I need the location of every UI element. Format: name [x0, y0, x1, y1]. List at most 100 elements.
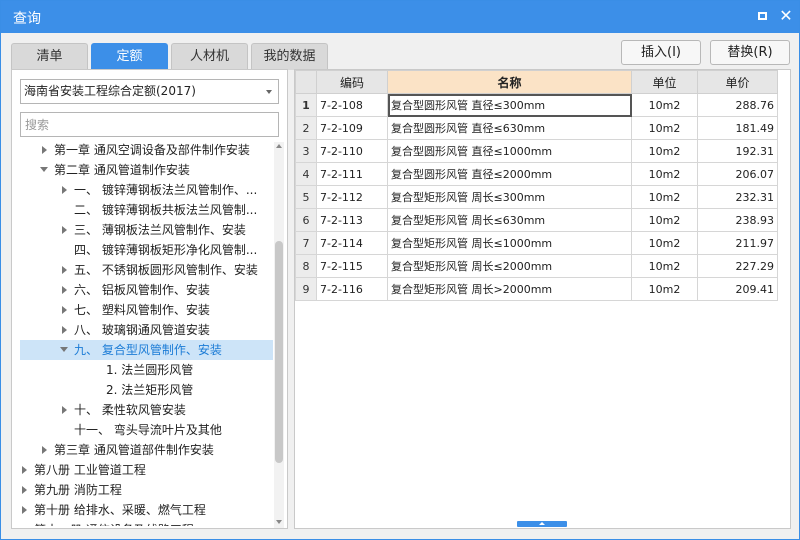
code-cell[interactable]: 7-2-115 — [316, 254, 388, 278]
unit-cell[interactable]: 10m2 — [631, 93, 698, 117]
table-row[interactable]: 9 7-2-116 复合型矩形风管 周长>2000mm 10m2 209.41 — [295, 277, 778, 301]
table-row[interactable]: 6 7-2-113 复合型矩形风管 周长≤630mm 10m2 238.93 — [295, 208, 778, 232]
tree-item[interactable]: 第二章 通风管道制作安装 — [20, 160, 273, 180]
quota-library-select[interactable]: 海南省安装工程综合定额(2017) — [20, 79, 279, 104]
chevron-right-icon[interactable] — [20, 480, 30, 500]
chevron-right-icon[interactable] — [40, 440, 50, 460]
table-row[interactable]: 7 7-2-114 复合型矩形风管 周长≤1000mm 10m2 211.97 — [295, 231, 778, 255]
unit-cell[interactable]: 10m2 — [631, 185, 698, 209]
tree-item[interactable]: 第八册 工业管道工程 — [20, 460, 273, 480]
tree-item[interactable]: 三、 薄钢板法兰风管制作、安装 — [20, 220, 273, 240]
name-cell[interactable]: 复合型矩形风管 周长≤300mm — [387, 185, 632, 209]
code-cell[interactable]: 7-2-110 — [316, 139, 388, 163]
table-row[interactable]: 2 7-2-109 复合型圆形风管 直径≤630mm 10m2 181.49 — [295, 116, 778, 140]
tree-item[interactable]: 十、 柔性软风管安装 — [20, 400, 273, 420]
chevron-right-icon[interactable] — [40, 140, 50, 160]
chevron-right-icon[interactable] — [20, 500, 30, 520]
row-number[interactable]: 5 — [295, 185, 317, 209]
price-cell[interactable]: 227.29 — [697, 254, 778, 278]
row-number[interactable]: 1 — [295, 93, 317, 117]
tree-item[interactable]: 四、 镀锌薄钢板矩形净化风管制... — [20, 240, 273, 260]
tree-item[interactable]: 七、 塑料风管制作、安装 — [20, 300, 273, 320]
chevron-right-icon[interactable] — [60, 180, 70, 200]
code-cell[interactable]: 7-2-108 — [316, 93, 388, 117]
table-row[interactable]: 5 7-2-112 复合型矩形风管 周长≤300mm 10m2 232.31 — [295, 185, 778, 209]
unit-cell[interactable]: 10m2 — [631, 254, 698, 278]
tree-scrollbar[interactable] — [274, 142, 284, 528]
maximize-button[interactable] — [753, 7, 771, 25]
name-cell[interactable]: 复合型圆形风管 直径≤300mm — [387, 93, 632, 117]
chevron-right-icon[interactable] — [60, 280, 70, 300]
close-button[interactable]: ✕ — [777, 7, 795, 25]
code-cell[interactable]: 7-2-114 — [316, 231, 388, 255]
chevron-right-icon[interactable] — [20, 520, 30, 526]
tab-bill[interactable]: 清单 — [11, 43, 88, 70]
tab-quota[interactable]: 定额 — [91, 43, 168, 70]
table-row[interactable]: 4 7-2-111 复合型圆形风管 直径≤2000mm 10m2 206.07 — [295, 162, 778, 186]
title-bar[interactable]: 查询 ✕ — [1, 1, 799, 33]
price-cell[interactable]: 238.93 — [697, 208, 778, 232]
unit-cell[interactable]: 10m2 — [631, 277, 698, 301]
name-cell[interactable]: 复合型矩形风管 周长≤2000mm — [387, 254, 632, 278]
row-number[interactable]: 8 — [295, 254, 317, 278]
price-cell[interactable]: 209.41 — [697, 277, 778, 301]
name-cell[interactable]: 复合型矩形风管 周长≤1000mm — [387, 231, 632, 255]
code-cell[interactable]: 7-2-113 — [316, 208, 388, 232]
tree-item[interactable]: 二、 镀锌薄钢板共板法兰风管制... — [20, 200, 273, 220]
tree-item[interactable]: 八、 玻璃钢通风管道安装 — [20, 320, 273, 340]
chevron-down-icon[interactable] — [60, 340, 70, 360]
tree-item[interactable]: 十一、 弯头导流叶片及其他 — [20, 420, 273, 440]
search-input[interactable] — [20, 112, 279, 137]
table-row[interactable]: 8 7-2-115 复合型矩形风管 周长≤2000mm 10m2 227.29 — [295, 254, 778, 278]
price-cell[interactable]: 232.31 — [697, 185, 778, 209]
insert-button[interactable]: 插入(I) — [621, 40, 701, 65]
row-number[interactable]: 7 — [295, 231, 317, 255]
tree-item[interactable]: 第一章 通风空调设备及部件制作安装 — [20, 140, 273, 160]
name-column-header[interactable]: 名称 — [387, 70, 632, 94]
unit-cell[interactable]: 10m2 — [631, 116, 698, 140]
scrollbar-thumb[interactable] — [275, 241, 283, 463]
chevron-right-icon[interactable] — [60, 300, 70, 320]
row-number[interactable]: 2 — [295, 116, 317, 140]
tree-item[interactable]: 九、 复合型风管制作、安装 — [20, 340, 273, 360]
tree-item[interactable]: 六、 铝板风管制作、安装 — [20, 280, 273, 300]
chevron-right-icon[interactable] — [60, 400, 70, 420]
tree-item[interactable]: 第九册 消防工程 — [20, 480, 273, 500]
name-cell[interactable]: 复合型矩形风管 周长>2000mm — [387, 277, 632, 301]
price-cell[interactable]: 192.31 — [697, 139, 778, 163]
code-cell[interactable]: 7-2-109 — [316, 116, 388, 140]
tree-item[interactable]: 1. 法兰圆形风管 — [20, 360, 273, 380]
replace-button[interactable]: 替换(R) — [710, 40, 790, 65]
code-column-header[interactable]: 编码 — [316, 70, 388, 94]
scroll-down-icon[interactable] — [276, 520, 282, 524]
price-cell[interactable]: 181.49 — [697, 116, 778, 140]
price-column-header[interactable]: 单价 — [697, 70, 778, 94]
tree-item[interactable]: 2. 法兰矩形风管 — [20, 380, 273, 400]
chevron-right-icon[interactable] — [20, 460, 30, 480]
price-cell[interactable]: 211.97 — [697, 231, 778, 255]
row-number[interactable]: 3 — [295, 139, 317, 163]
tab-my-data[interactable]: 我的数据 — [251, 43, 328, 70]
code-cell[interactable]: 7-2-111 — [316, 162, 388, 186]
row-number[interactable]: 9 — [295, 277, 317, 301]
unit-cell[interactable]: 10m2 — [631, 208, 698, 232]
code-cell[interactable]: 7-2-112 — [316, 185, 388, 209]
name-cell[interactable]: 复合型圆形风管 直径≤630mm — [387, 116, 632, 140]
unit-column-header[interactable]: 单位 — [631, 70, 698, 94]
tree-item[interactable]: 一、 镀锌薄钢板法兰风管制作、... — [20, 180, 273, 200]
row-number[interactable]: 4 — [295, 162, 317, 186]
chevron-right-icon[interactable] — [60, 220, 70, 240]
chevron-right-icon[interactable] — [60, 320, 70, 340]
table-row[interactable]: 3 7-2-110 复合型圆形风管 直径≤1000mm 10m2 192.31 — [295, 139, 778, 163]
price-cell[interactable]: 288.76 — [697, 93, 778, 117]
tab-labor-material[interactable]: 人材机 — [171, 43, 248, 70]
table-row[interactable]: 1 7-2-108 复合型圆形风管 直径≤300mm 10m2 288.76 — [295, 93, 778, 117]
unit-cell[interactable]: 10m2 — [631, 139, 698, 163]
row-number[interactable]: 6 — [295, 208, 317, 232]
collapse-panel-button[interactable] — [517, 521, 567, 527]
unit-cell[interactable]: 10m2 — [631, 231, 698, 255]
tree-item[interactable]: 五、 不锈钢板圆形风管制作、安装 — [20, 260, 273, 280]
unit-cell[interactable]: 10m2 — [631, 162, 698, 186]
tree-item[interactable]: 第十册 给排水、采暖、燃气工程 — [20, 500, 273, 520]
price-cell[interactable]: 206.07 — [697, 162, 778, 186]
